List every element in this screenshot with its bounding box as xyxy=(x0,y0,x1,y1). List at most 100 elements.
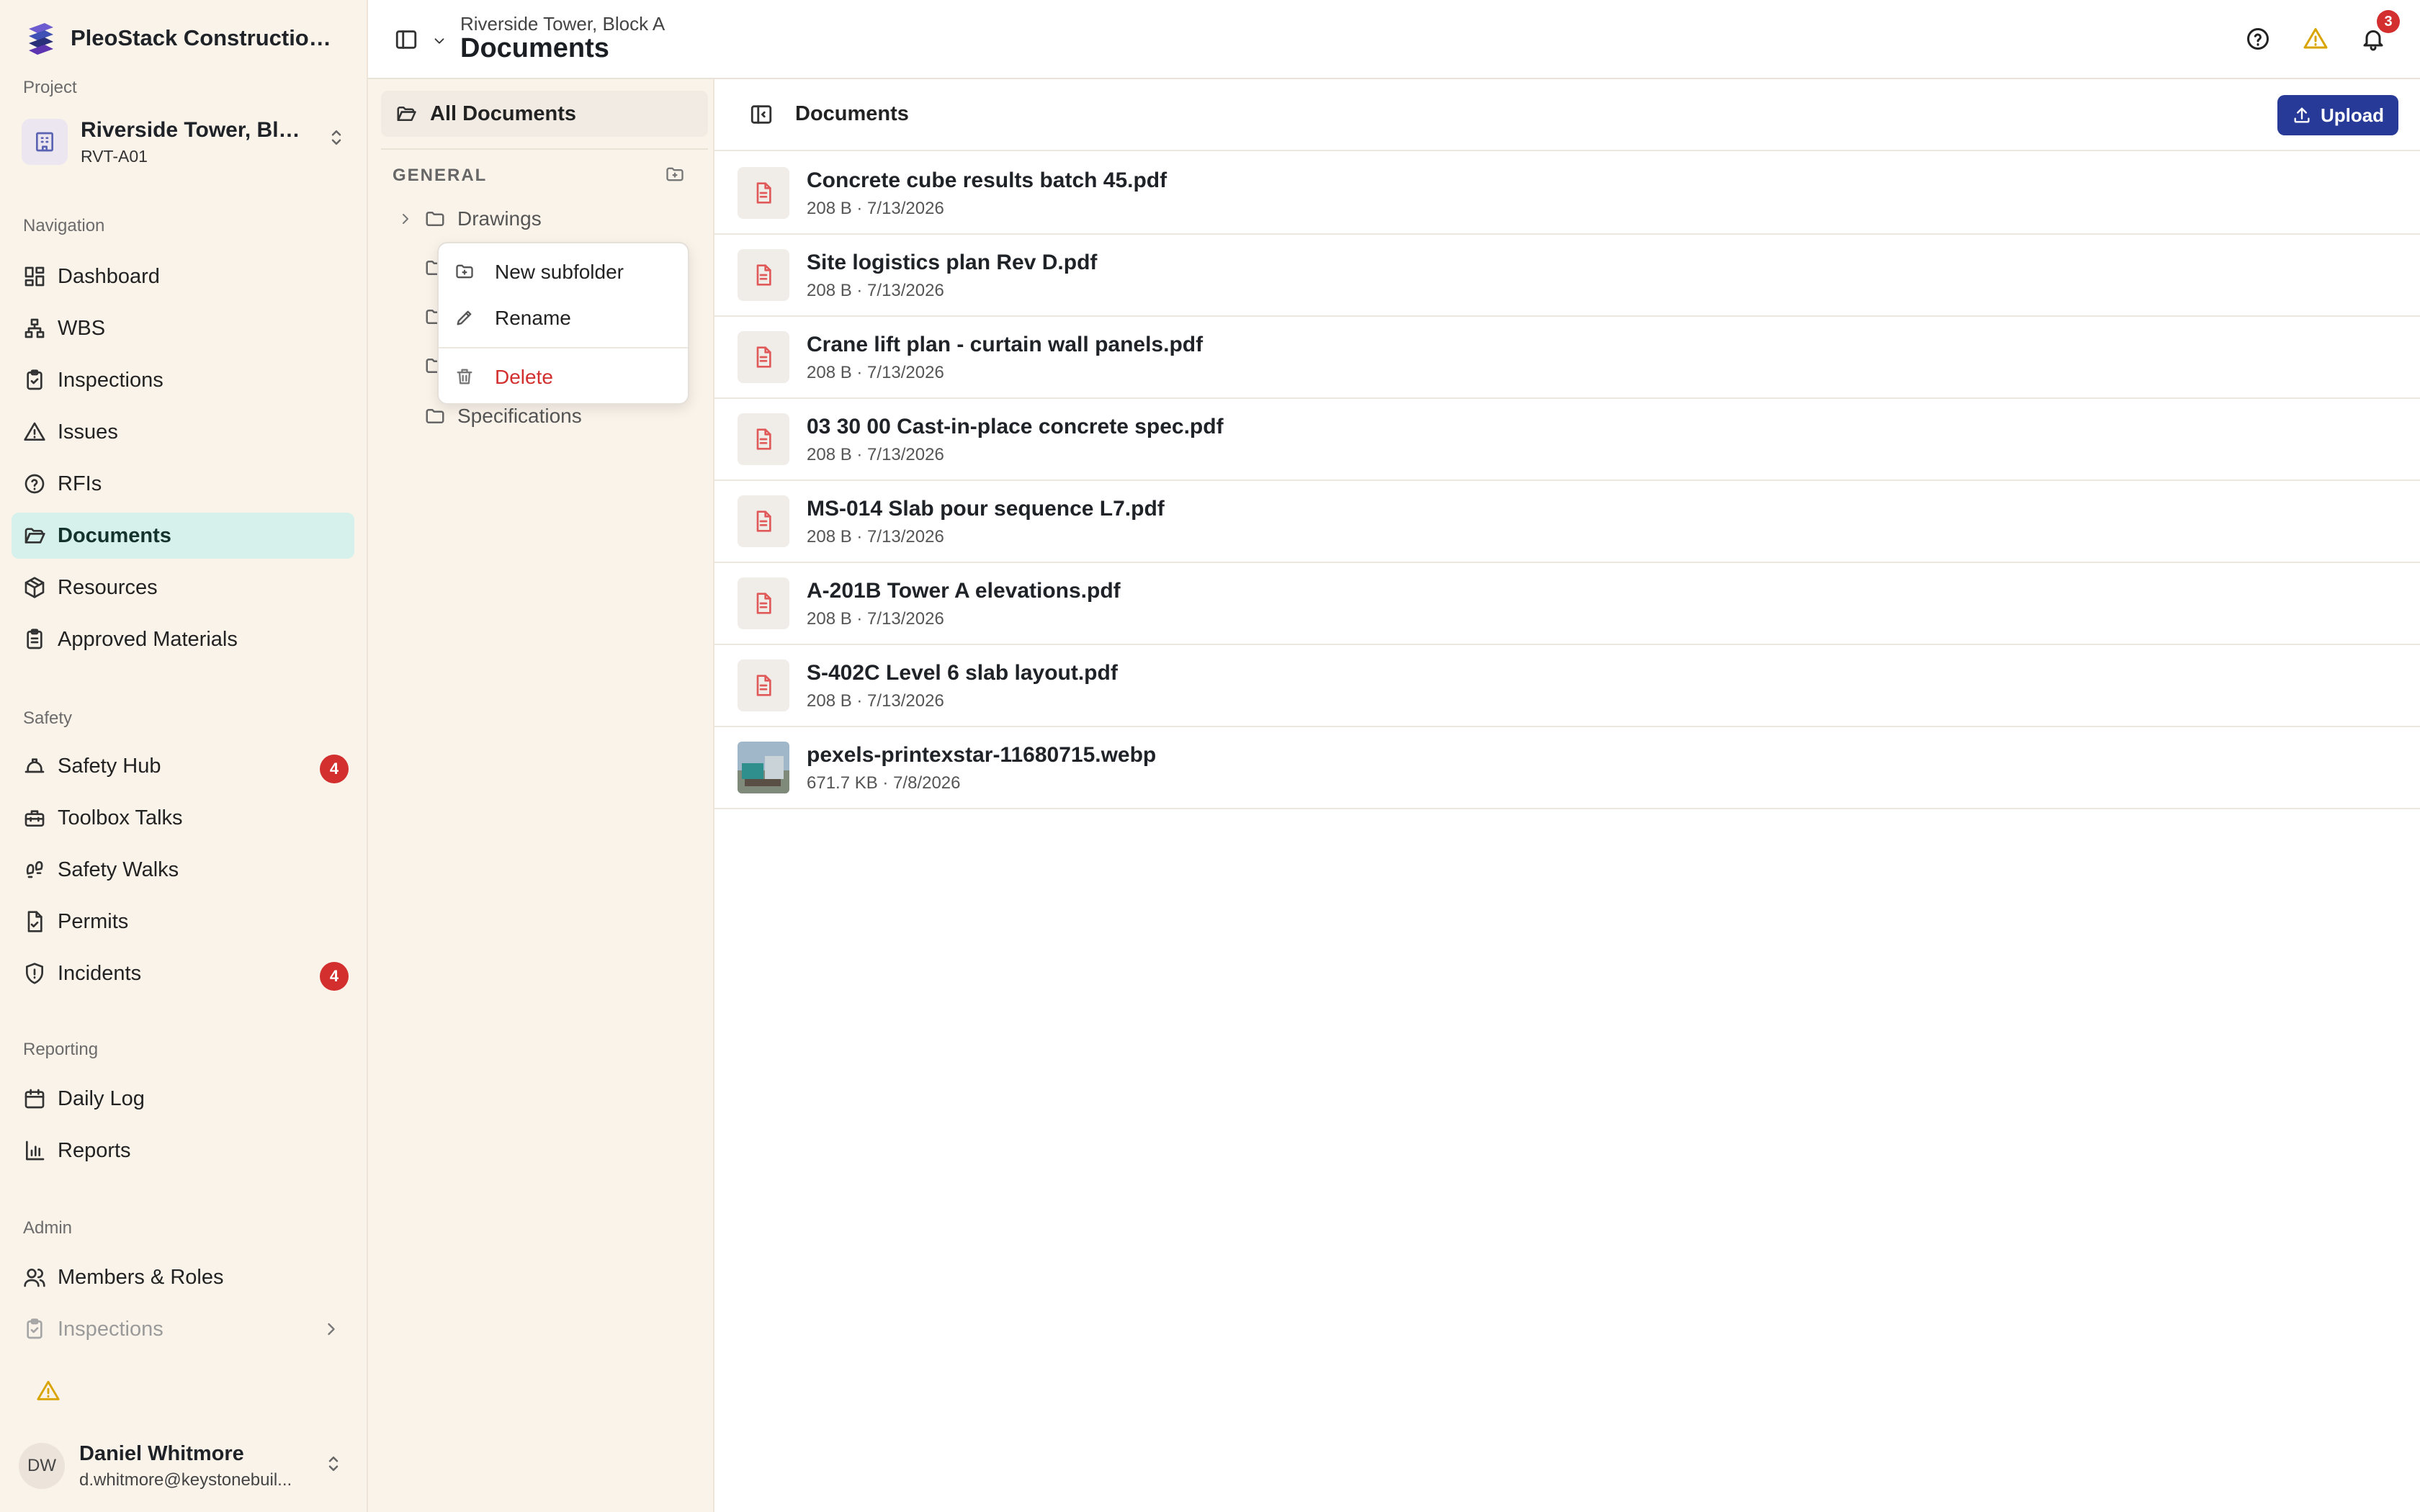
sidebar-item-label: Approved Materials xyxy=(58,627,238,651)
document-size: 208 B xyxy=(807,527,852,546)
sidebar-item-label: Documents xyxy=(58,523,171,547)
folder-name: Specifications xyxy=(457,405,582,427)
document-row[interactable]: pexels-printexstar-11680715.webp 671.7 KB… xyxy=(714,727,2420,809)
document-name: pexels-printexstar-11680715.webp xyxy=(807,743,1157,767)
notification-count-badge: 3 xyxy=(2377,10,2400,33)
project-name: Riverside Tower, Bloc... xyxy=(81,117,311,142)
sidebar-item[interactable]: WBS xyxy=(12,305,354,351)
sidebar-item-label: Permits xyxy=(58,909,129,933)
chevron-right-icon xyxy=(397,259,414,276)
bar-chart-icon xyxy=(23,1139,46,1162)
document-date: 7/13/2026 xyxy=(867,445,944,464)
sidebar-item[interactable]: Reports xyxy=(12,1128,354,1174)
sidebar-item[interactable]: Resources xyxy=(12,564,354,611)
nav-section-label: Admin xyxy=(23,1218,73,1238)
project-code: RVT-A01 xyxy=(81,146,148,166)
question-circle-icon xyxy=(23,472,46,495)
sidebar-item[interactable]: Permits xyxy=(12,899,354,945)
help-icon[interactable] xyxy=(2245,26,2274,55)
meta-separator: · xyxy=(851,691,868,711)
sidebar-item[interactable]: Members & Roles xyxy=(12,1254,354,1300)
documents-toolbar: Documents Upload xyxy=(714,79,2420,151)
folder-section-label: GENERAL xyxy=(393,166,488,185)
stack-logo-icon xyxy=(26,22,56,55)
meta-separator: · xyxy=(851,363,868,382)
document-date: 7/13/2026 xyxy=(867,527,944,546)
document-meta: 208 B · 7/13/2026 xyxy=(807,445,944,465)
upload-icon xyxy=(2292,105,2312,125)
warning-icon[interactable] xyxy=(2303,26,2331,55)
sidebar-item[interactable]: Daily Log xyxy=(12,1076,354,1122)
document-row[interactable]: Concrete cube results batch 45.pdf 208 B … xyxy=(714,153,2420,235)
document-meta: 208 B · 7/13/2026 xyxy=(807,609,944,629)
document-row[interactable]: S-402C Level 6 slab layout.pdf 208 B · 7/… xyxy=(714,645,2420,727)
sidebar-toggle-icon[interactable] xyxy=(394,27,418,52)
sidebar-item[interactable]: Safety Walks xyxy=(12,847,354,893)
divider xyxy=(439,347,688,348)
sidebar-item[interactable]: Inspections xyxy=(12,1306,354,1352)
pdf-file-icon xyxy=(738,495,789,547)
context-menu-item[interactable]: New subfolder xyxy=(439,252,688,292)
collapse-panel-icon[interactable] xyxy=(749,102,774,127)
folder-icon xyxy=(424,405,446,427)
sidebar-item[interactable]: Toolbox Talks xyxy=(12,795,354,841)
toolbox-icon xyxy=(23,806,46,829)
meta-separator: · xyxy=(851,527,868,546)
document-date: 7/13/2026 xyxy=(867,609,944,629)
footprints-icon xyxy=(23,858,46,881)
meta-separator: · xyxy=(851,609,868,629)
hierarchy-icon xyxy=(23,317,46,340)
sidebar-item[interactable]: Inspections xyxy=(12,357,354,403)
sidebar-item[interactable]: Issues xyxy=(12,409,354,455)
chevron-up-down-icon xyxy=(323,1453,344,1475)
warning-icon[interactable] xyxy=(36,1379,60,1403)
sidebar-item[interactable]: Approved Materials xyxy=(12,616,354,662)
sidebar-item[interactable]: RFIs xyxy=(12,461,354,507)
sidebar-item[interactable]: Documents xyxy=(12,513,354,559)
sidebar-item[interactable]: Incidents 4 xyxy=(12,950,354,996)
document-size: 208 B xyxy=(807,363,852,382)
sidebar-item[interactable]: Dashboard xyxy=(12,253,354,300)
document-row[interactable]: A-201B Tower A elevations.pdf 208 B · 7/1… xyxy=(714,563,2420,645)
document-date: 7/13/2026 xyxy=(867,363,944,382)
document-meta: 208 B · 7/13/2026 xyxy=(807,363,944,383)
user-menu[interactable]: DW Daniel Whitmore d.whitmore@keystonebu… xyxy=(19,1437,350,1495)
document-meta: 671.7 KB · 7/8/2026 xyxy=(807,773,961,793)
sidebar-item[interactable]: Safety Hub 4 xyxy=(12,743,354,789)
new-folder-icon[interactable] xyxy=(665,164,685,184)
chevron-right-icon xyxy=(321,1319,341,1339)
chevron-up-down-icon xyxy=(326,127,347,148)
document-date: 7/8/2026 xyxy=(893,773,961,793)
all-documents-label: All Documents xyxy=(430,102,577,125)
nav-section-label: Reporting xyxy=(23,1040,99,1059)
sidebar-item-label: Incidents xyxy=(58,961,142,985)
document-row[interactable]: 03 30 00 Cast-in-place concrete spec.pdf… xyxy=(714,399,2420,481)
document-name: Crane lift plan - curtain wall panels.pd… xyxy=(807,333,1204,356)
chevron-down-icon[interactable] xyxy=(431,33,447,49)
context-menu-label: Rename xyxy=(495,307,571,329)
context-menu-item[interactable]: Delete xyxy=(439,357,688,397)
calendar-icon xyxy=(23,1087,46,1110)
building-icon xyxy=(22,119,68,165)
document-size: 208 B xyxy=(807,691,852,711)
document-size: 208 B xyxy=(807,445,852,464)
document-row[interactable]: Crane lift plan - curtain wall panels.pd… xyxy=(714,317,2420,399)
meta-separator: · xyxy=(851,199,868,218)
document-meta: 208 B · 7/13/2026 xyxy=(807,199,944,219)
context-menu-item[interactable]: Rename xyxy=(439,298,688,338)
divider xyxy=(381,148,708,150)
document-date: 7/13/2026 xyxy=(867,281,944,300)
upload-button[interactable]: Upload xyxy=(2277,95,2398,135)
project-switcher[interactable]: Riverside Tower, Bloc... RVT-A01 xyxy=(22,114,347,170)
brand[interactable]: PleoStack Construction ... xyxy=(26,22,344,55)
document-row[interactable]: MS-014 Slab pour sequence L7.pdf 208 B · … xyxy=(714,481,2420,563)
breadcrumb[interactable]: Riverside Tower, Block A xyxy=(460,13,665,35)
dashboard-icon xyxy=(23,265,46,288)
chevron-right-icon[interactable] xyxy=(397,210,414,228)
all-documents-folder[interactable]: All Documents xyxy=(381,91,708,137)
pdf-file-icon xyxy=(738,413,789,465)
folder-tree-item[interactable]: Drawings xyxy=(397,200,542,238)
document-row[interactable]: Site logistics plan Rev D.pdf 208 B · 7/1… xyxy=(714,235,2420,317)
meta-separator: · xyxy=(851,445,868,464)
document-size: 208 B xyxy=(807,281,852,300)
